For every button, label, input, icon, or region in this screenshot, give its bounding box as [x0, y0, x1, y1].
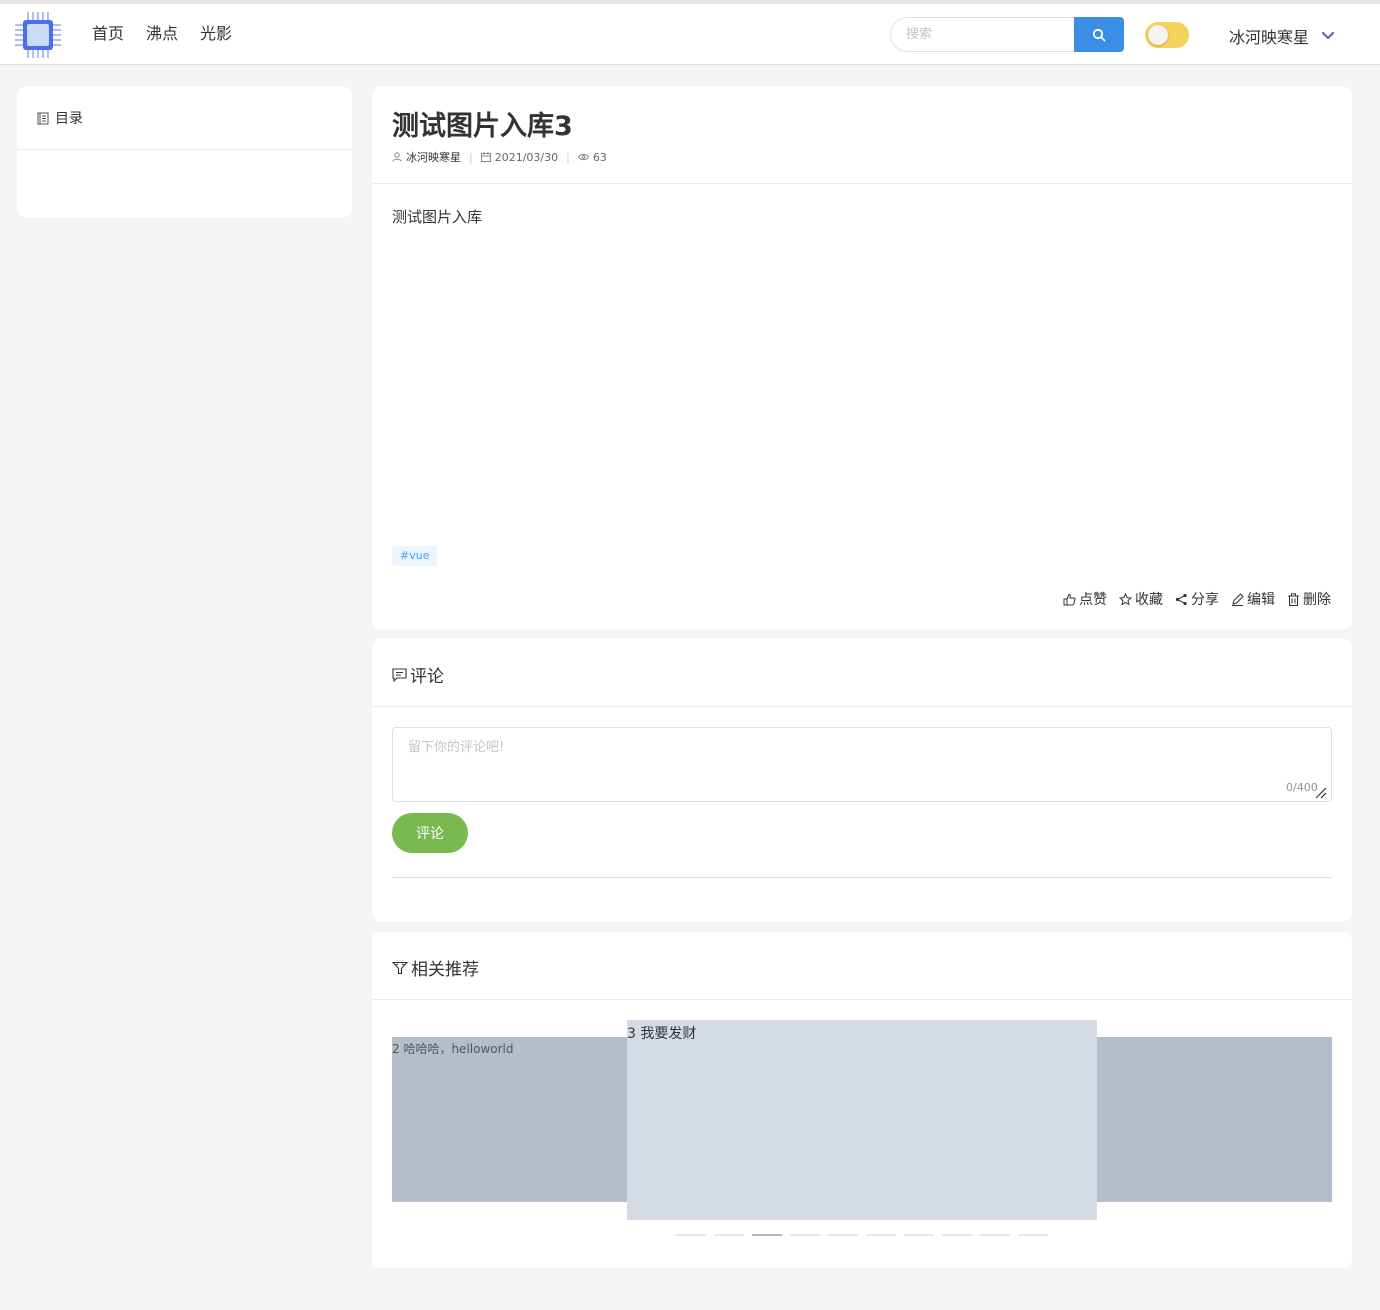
recommend-header: 相关推荐	[392, 955, 479, 980]
toc-header: 目录	[17, 87, 352, 150]
chip-logo-icon[interactable]	[14, 11, 62, 59]
carousel-indicator[interactable]	[828, 1234, 858, 1236]
toggle-knob	[1148, 25, 1168, 45]
pencil-icon	[1232, 592, 1244, 606]
document-list-icon	[37, 112, 49, 124]
top-header: 首页 沸点 光影 冰河映寒星	[0, 4, 1380, 65]
carousel-indicator[interactable]	[676, 1234, 706, 1236]
meta-separator: |	[469, 150, 473, 164]
carousel-indicator[interactable]	[714, 1234, 744, 1236]
nav-pins[interactable]: 沸点	[146, 24, 178, 44]
carousel-slide-next[interactable]	[1097, 1037, 1332, 1202]
share-icon	[1175, 593, 1187, 605]
edit-label: 编辑	[1247, 592, 1275, 608]
search-bar	[890, 17, 1124, 52]
carousel-indicator[interactable]	[1018, 1234, 1048, 1236]
recommend-card: 相关推荐 2 哈哈哈，helloworld 3 我要发财	[372, 932, 1352, 1268]
calendar-icon	[480, 152, 491, 162]
submit-comment-button[interactable]: 评论	[392, 813, 468, 853]
carousel-slide-active[interactable]: 3 我要发财	[627, 1020, 1097, 1220]
comment-icon	[392, 667, 407, 682]
meta-separator: |	[566, 150, 570, 164]
star-icon	[1119, 592, 1132, 606]
nav-home[interactable]: 首页	[92, 24, 124, 44]
user-icon	[392, 152, 402, 162]
edit-button[interactable]: 编辑	[1231, 589, 1275, 609]
search-button[interactable]	[1074, 17, 1124, 52]
like-label: 点赞	[1079, 592, 1107, 608]
share-label: 分享	[1191, 592, 1219, 608]
filter-icon	[392, 961, 408, 974]
meta-views: 63	[577, 150, 607, 164]
meta-author[interactable]: 冰河映寒星	[392, 149, 461, 165]
carousel-indicators	[676, 1234, 1048, 1236]
favorite-button[interactable]: 收藏	[1119, 589, 1163, 609]
author-name: 冰河映寒星	[406, 151, 461, 164]
article-meta: 冰河映寒星 | 2021/03/30 | 63	[392, 149, 607, 165]
eye-icon	[577, 153, 589, 161]
user-menu[interactable]: 冰河映寒星	[1229, 24, 1335, 48]
toc-panel: 目录	[17, 87, 352, 217]
carousel-indicator[interactable]	[790, 1234, 820, 1236]
carousel-indicator[interactable]	[980, 1234, 1010, 1236]
publish-date: 2021/03/30	[494, 150, 559, 164]
delete-label: 删除	[1303, 592, 1331, 608]
trash-icon	[1288, 592, 1299, 606]
comment-card: 评论 0/400 评论	[372, 639, 1352, 921]
like-button[interactable]: 点赞	[1063, 589, 1107, 609]
recommend-title: 相关推荐	[411, 960, 479, 980]
slide-caption: 3 我要发财	[627, 1026, 697, 1042]
search-input[interactable]	[890, 17, 1074, 52]
article-title: 测试图片入库3	[392, 111, 573, 142]
article-actions: 点赞 收藏 分享 编辑 删除	[1063, 589, 1331, 609]
carousel-indicator[interactable]	[866, 1234, 896, 1236]
comment-list-divider	[392, 877, 1332, 878]
view-count: 63	[592, 150, 607, 164]
article-card: 测试图片入库3 冰河映寒星 | 2021/03/30 | 63 测试图片入库 #…	[372, 87, 1352, 629]
search-icon	[1092, 28, 1106, 41]
delete-button[interactable]: 删除	[1287, 589, 1331, 609]
theme-toggle[interactable]	[1145, 22, 1189, 48]
carousel-indicator[interactable]	[752, 1234, 782, 1236]
article-divider	[372, 183, 1352, 184]
thumbs-up-icon	[1063, 593, 1076, 605]
article-tag[interactable]: #vue	[392, 546, 438, 566]
chevron-down-icon	[1321, 31, 1335, 40]
article-body: 测试图片入库	[392, 208, 483, 226]
slide-caption: 2 哈哈哈，helloworld	[392, 1042, 514, 1056]
comment-divider	[372, 706, 1352, 707]
comment-header: 评论	[392, 662, 444, 687]
comment-title: 评论	[410, 667, 444, 687]
comment-textarea[interactable]	[392, 727, 1332, 802]
username: 冰河映寒星	[1229, 28, 1310, 47]
share-button[interactable]: 分享	[1175, 589, 1219, 609]
recommend-divider	[372, 999, 1352, 1000]
carousel-slide-prev[interactable]: 2 哈哈哈，helloworld	[392, 1037, 627, 1202]
main-nav: 首页 沸点 光影	[92, 24, 232, 44]
toc-title: 目录	[55, 111, 83, 127]
favorite-label: 收藏	[1135, 592, 1163, 608]
nav-gallery[interactable]: 光影	[200, 24, 232, 44]
resize-handle-icon[interactable]	[1313, 785, 1327, 799]
carousel-indicator[interactable]	[904, 1234, 934, 1236]
meta-date: 2021/03/30	[480, 150, 559, 164]
carousel-indicator[interactable]	[942, 1234, 972, 1236]
